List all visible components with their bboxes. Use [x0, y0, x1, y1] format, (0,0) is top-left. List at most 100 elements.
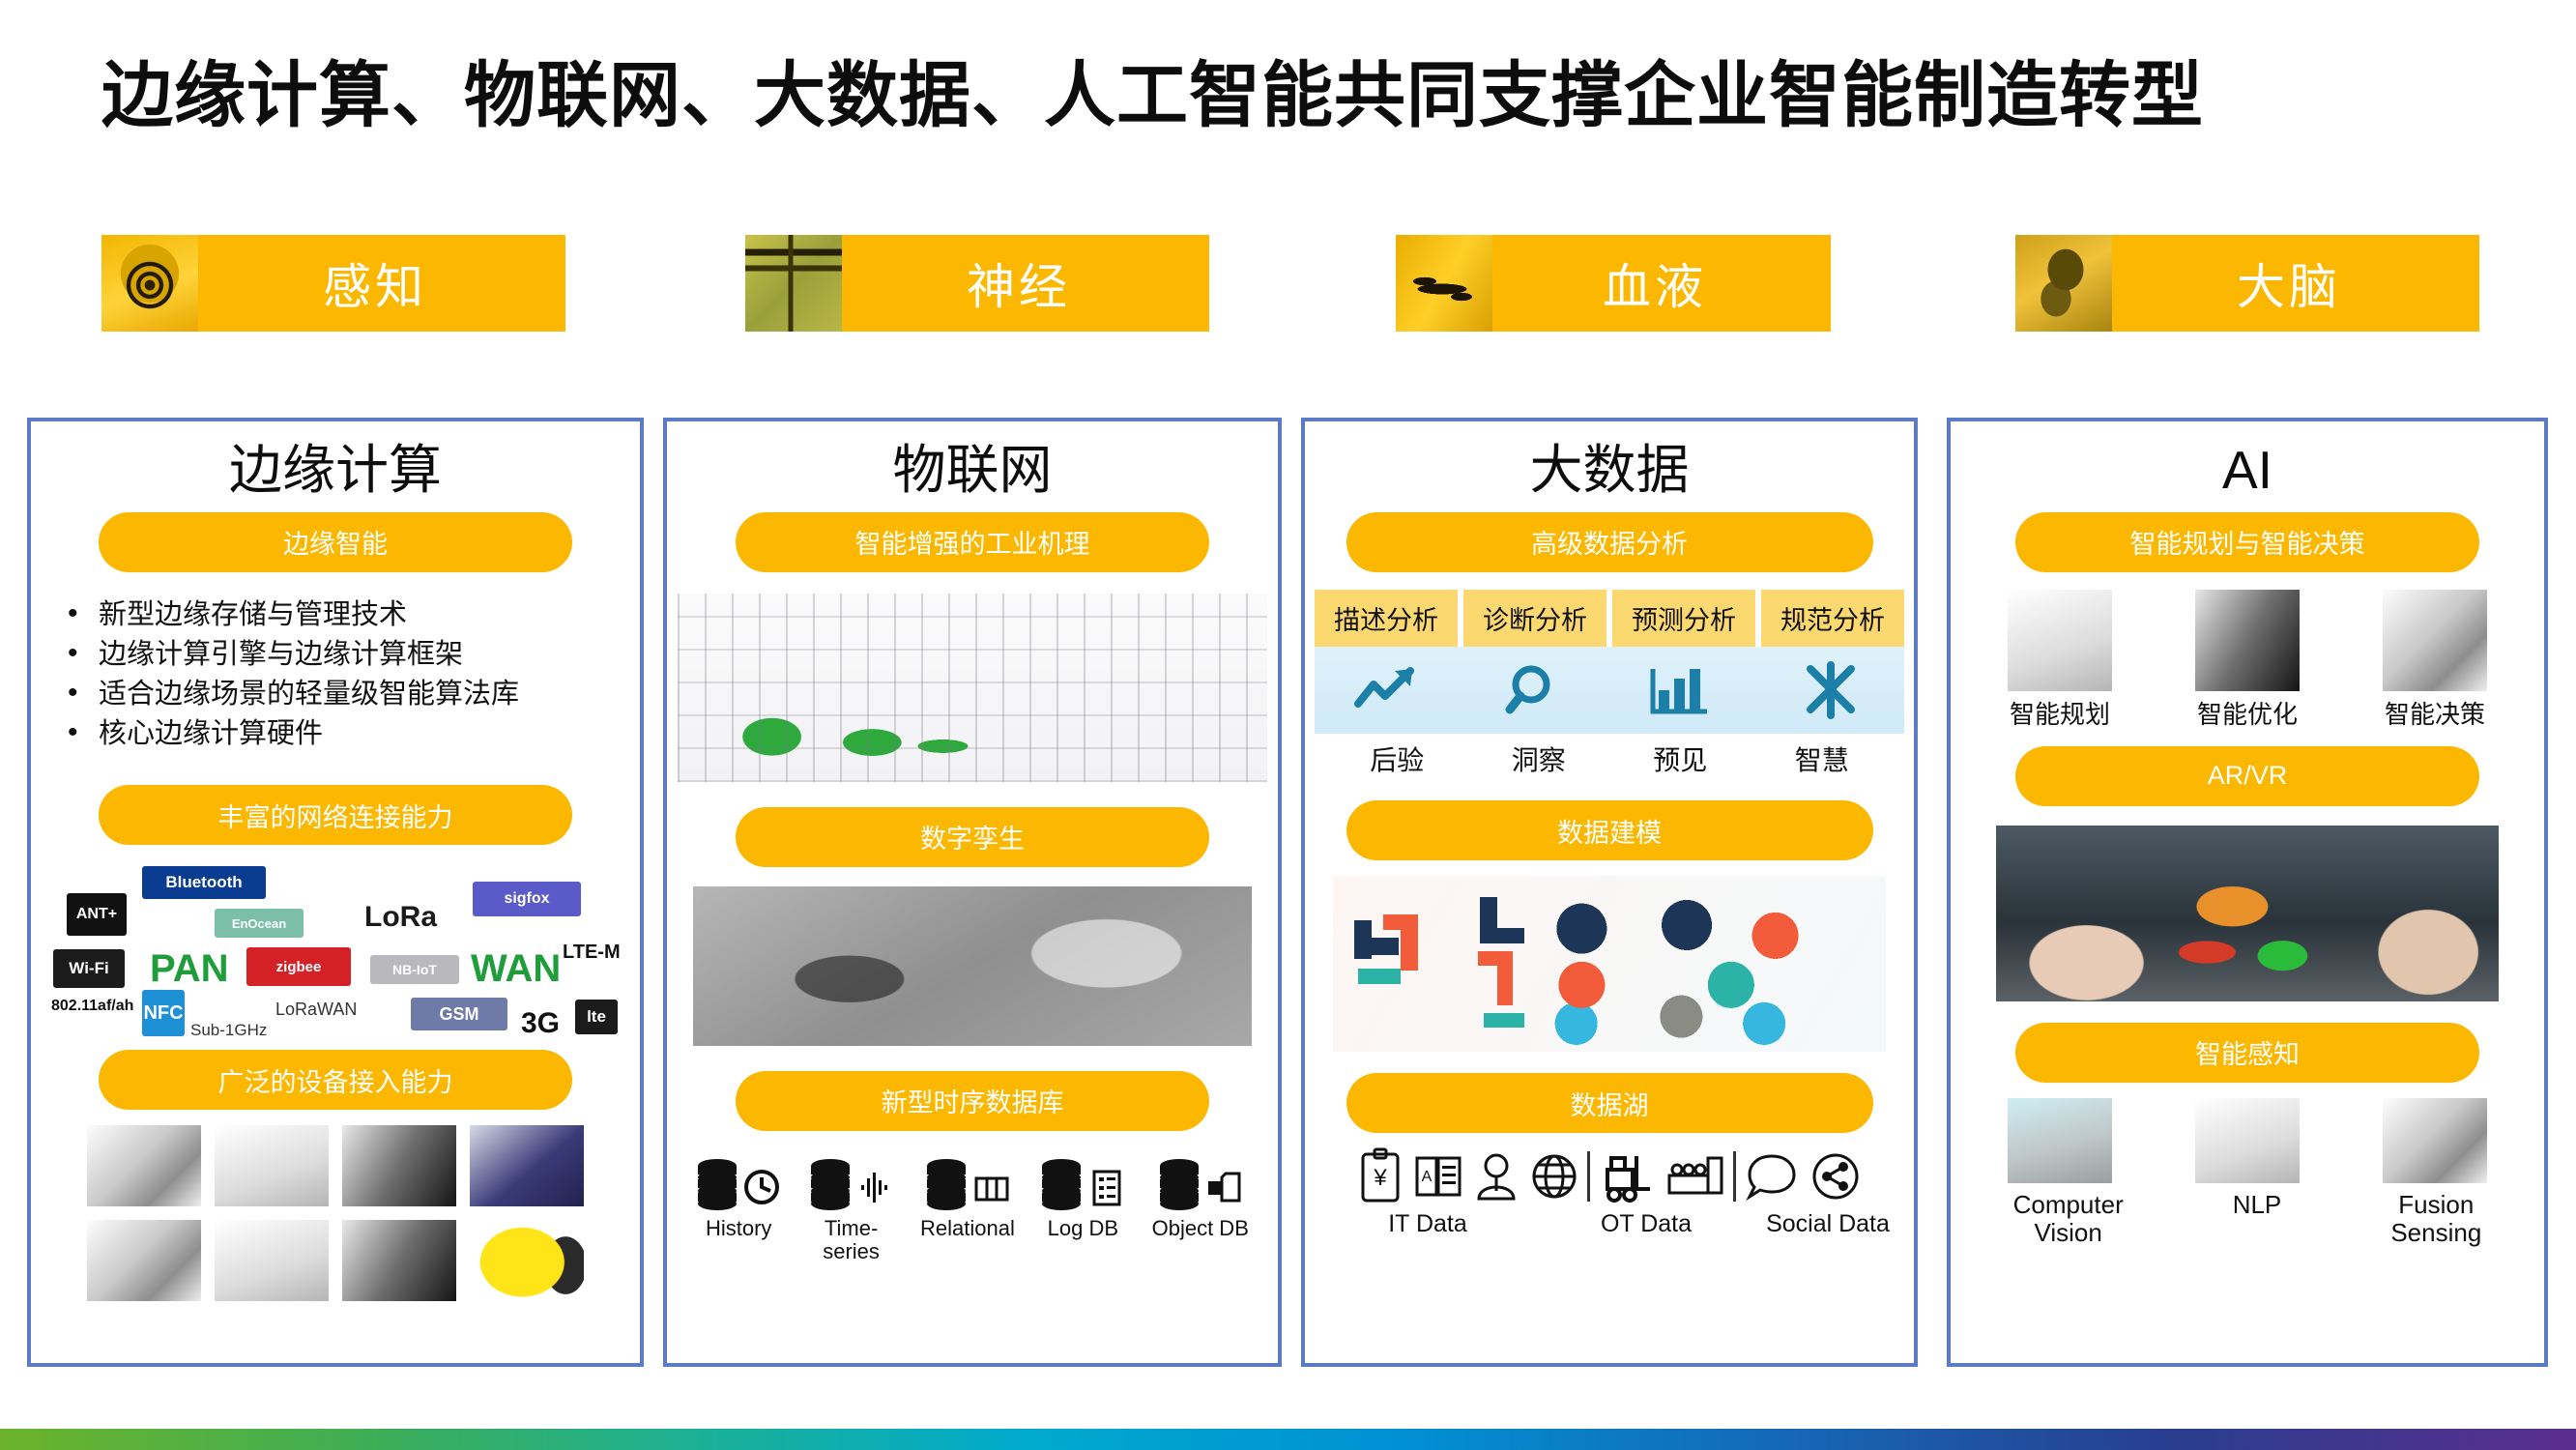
banner-blood: 血液	[1396, 235, 1831, 332]
device-photo	[215, 1220, 329, 1302]
pill-timeseries-db[interactable]: 新型时序数据库	[736, 1070, 1209, 1131]
ar-vr-factory-image	[1996, 825, 2499, 1001]
perception-label-row: Computer Vision NLP Fusion Sensing	[1951, 1189, 2544, 1247]
analytics-outcome: 预见	[1653, 744, 1708, 775]
logo-ant: ANT+	[67, 893, 127, 937]
perception-label: Fusion Sensing	[2390, 1189, 2482, 1247]
logo-lora: LoRa	[364, 901, 437, 934]
card-title: 大数据	[1529, 440, 1690, 500]
pill-planning-decision[interactable]: 智能规划与智能决策	[2015, 511, 2479, 572]
card-ai: AI 智能规划与智能决策 智能规划 智能优化 智能决策 AR/VR 智能感知 C…	[1947, 418, 2548, 1367]
data-lake-icon-row: ¥ A	[1305, 1146, 1914, 1206]
data-lake-label: IT Data	[1388, 1210, 1467, 1238]
analytics-chip[interactable]: 诊断分析	[1463, 589, 1606, 647]
analytics-outcome-row: 后验 洞察 预见 智慧	[1326, 745, 1893, 775]
erp-finance-icon: ¥	[1361, 1147, 1400, 1203]
database-item: Relational	[911, 1156, 1025, 1240]
card-edge-computing: 边缘计算 边缘智能 新型边缘存储与管理技术 边缘计算引擎与边缘计算框架 适合边缘…	[27, 418, 644, 1367]
device-photo	[470, 1220, 584, 1302]
pill-ar-vr[interactable]: AR/VR	[2015, 745, 2479, 806]
trend-arrow-icon	[1354, 666, 1415, 708]
blood-vessel-icon	[1396, 235, 1492, 332]
banner-nerve: 神经	[745, 235, 1209, 332]
planning-photo	[2383, 589, 2487, 691]
analytics-chip[interactable]: 规范分析	[1761, 589, 1904, 647]
data-lake-label: OT Data	[1600, 1210, 1693, 1238]
pill-device-access[interactable]: 广泛的设备接入能力	[99, 1050, 572, 1111]
perception-label: Computer Vision	[2012, 1189, 2124, 1247]
logo-pan: PAN	[150, 947, 229, 991]
pill-digital-twin[interactable]: 数字孪生	[736, 806, 1209, 867]
data-modeling-image	[1333, 876, 1886, 1053]
logo-sub1ghz: Sub-1GHz	[190, 1021, 268, 1040]
pill-data-lake[interactable]: 数据湖	[1346, 1073, 1873, 1134]
pill-intelligent-perception[interactable]: 智能感知	[2015, 1022, 2479, 1083]
analytics-chip[interactable]: 预测分析	[1612, 589, 1755, 647]
device-photo	[342, 1220, 456, 1302]
banner-brain: 大脑	[2015, 235, 2479, 332]
analytics-chip[interactable]: 描述分析	[1315, 589, 1458, 647]
factory-line-icon	[1667, 1156, 1723, 1195]
device-photo	[470, 1125, 584, 1207]
banner-label: 感知	[323, 260, 427, 314]
svg-text:A: A	[1422, 1169, 1433, 1185]
planning-photo	[2195, 589, 2300, 691]
database-item: History	[685, 1156, 792, 1240]
logo-nbiot: NB-IoT	[370, 955, 459, 985]
banner-label: 血液	[1603, 260, 1707, 314]
eye-sensor-icon	[101, 235, 198, 332]
planning-photo	[2008, 589, 2112, 691]
data-lake-label-row: IT Data OT Data Social Data	[1305, 1210, 1914, 1238]
logo-sigfox: sigfox	[473, 882, 581, 917]
planning-label-row: 智能规划 智能优化 智能决策	[1951, 699, 2544, 729]
list-item: 适合边缘场景的轻量级智能算法库	[60, 673, 640, 714]
list-item: 核心边缘计算硬件	[60, 712, 640, 754]
logo-lte: lte	[575, 1000, 618, 1035]
person-icon	[1477, 1153, 1516, 1201]
divider	[1587, 1151, 1590, 1203]
svg-text:¥: ¥	[1373, 1165, 1387, 1191]
pill-industrial-mechanism[interactable]: 智能增强的工业机理	[736, 511, 1209, 572]
industrial-schematic-image	[678, 593, 1267, 782]
planning-photo-row	[1951, 589, 2544, 691]
logo-bluetooth: Bluetooth	[142, 866, 266, 900]
database-label: Object DB	[1151, 1215, 1249, 1240]
card-big-data: 大数据 高级数据分析 描述分析 诊断分析 预测分析 规范分析 后验 洞察 预见 …	[1301, 418, 1918, 1367]
speech-bubble-icon	[1746, 1154, 1796, 1202]
database-table-icon	[926, 1158, 1009, 1210]
logo-enocean: EnOcean	[215, 909, 304, 939]
pill-edge-intelligence[interactable]: 边缘智能	[99, 511, 572, 572]
logo-wan: WAN	[471, 947, 562, 991]
database-icon-row: History Time-series Relational Log DB Ob…	[667, 1156, 1278, 1263]
database-label: Relational	[920, 1215, 1015, 1240]
database-label: Log DB	[1047, 1215, 1119, 1240]
list-item: 边缘计算引擎与边缘计算框架	[60, 633, 640, 675]
logo-80211afah: 802.11af/ah	[51, 998, 134, 1015]
device-photo	[87, 1220, 201, 1302]
perception-photo	[2195, 1097, 2300, 1183]
pill-data-modeling[interactable]: 数据建模	[1346, 800, 1873, 861]
globe-icon	[1532, 1154, 1577, 1199]
card-iot: 物联网 智能增强的工业机理 数字孪生 新型时序数据库 History Time-…	[663, 418, 1282, 1367]
database-clock-icon	[698, 1158, 780, 1210]
card-title: 边缘计算	[228, 440, 442, 500]
database-object-icon	[1159, 1158, 1241, 1210]
card-title: 物联网	[892, 440, 1053, 500]
analytics-icon-strip	[1315, 646, 1904, 734]
analytics-outcome: 洞察	[1511, 744, 1566, 775]
banner-label: 神经	[967, 260, 1071, 314]
network-logo-cloud: ANT+ Bluetooth EnOcean LoRa sigfox Wi-Fi…	[45, 855, 625, 1039]
pill-network-connectivity[interactable]: 丰富的网络连接能力	[99, 785, 572, 846]
logo-3g: 3G	[521, 1007, 561, 1040]
pill-advanced-analytics[interactable]: 高级数据分析	[1346, 511, 1873, 572]
neuron-network-icon	[745, 235, 842, 332]
planning-label: 智能决策	[2384, 699, 2485, 729]
database-log-icon	[1042, 1158, 1121, 1210]
logo-wifi: Wi-Fi	[53, 949, 125, 989]
perception-photo	[2383, 1097, 2487, 1183]
database-item: Time-series	[798, 1156, 905, 1263]
analytics-outcome: 智慧	[1794, 744, 1849, 775]
planning-label: 智能优化	[2196, 699, 2298, 729]
device-photo-grid	[31, 1125, 640, 1302]
device-photo	[342, 1125, 456, 1207]
